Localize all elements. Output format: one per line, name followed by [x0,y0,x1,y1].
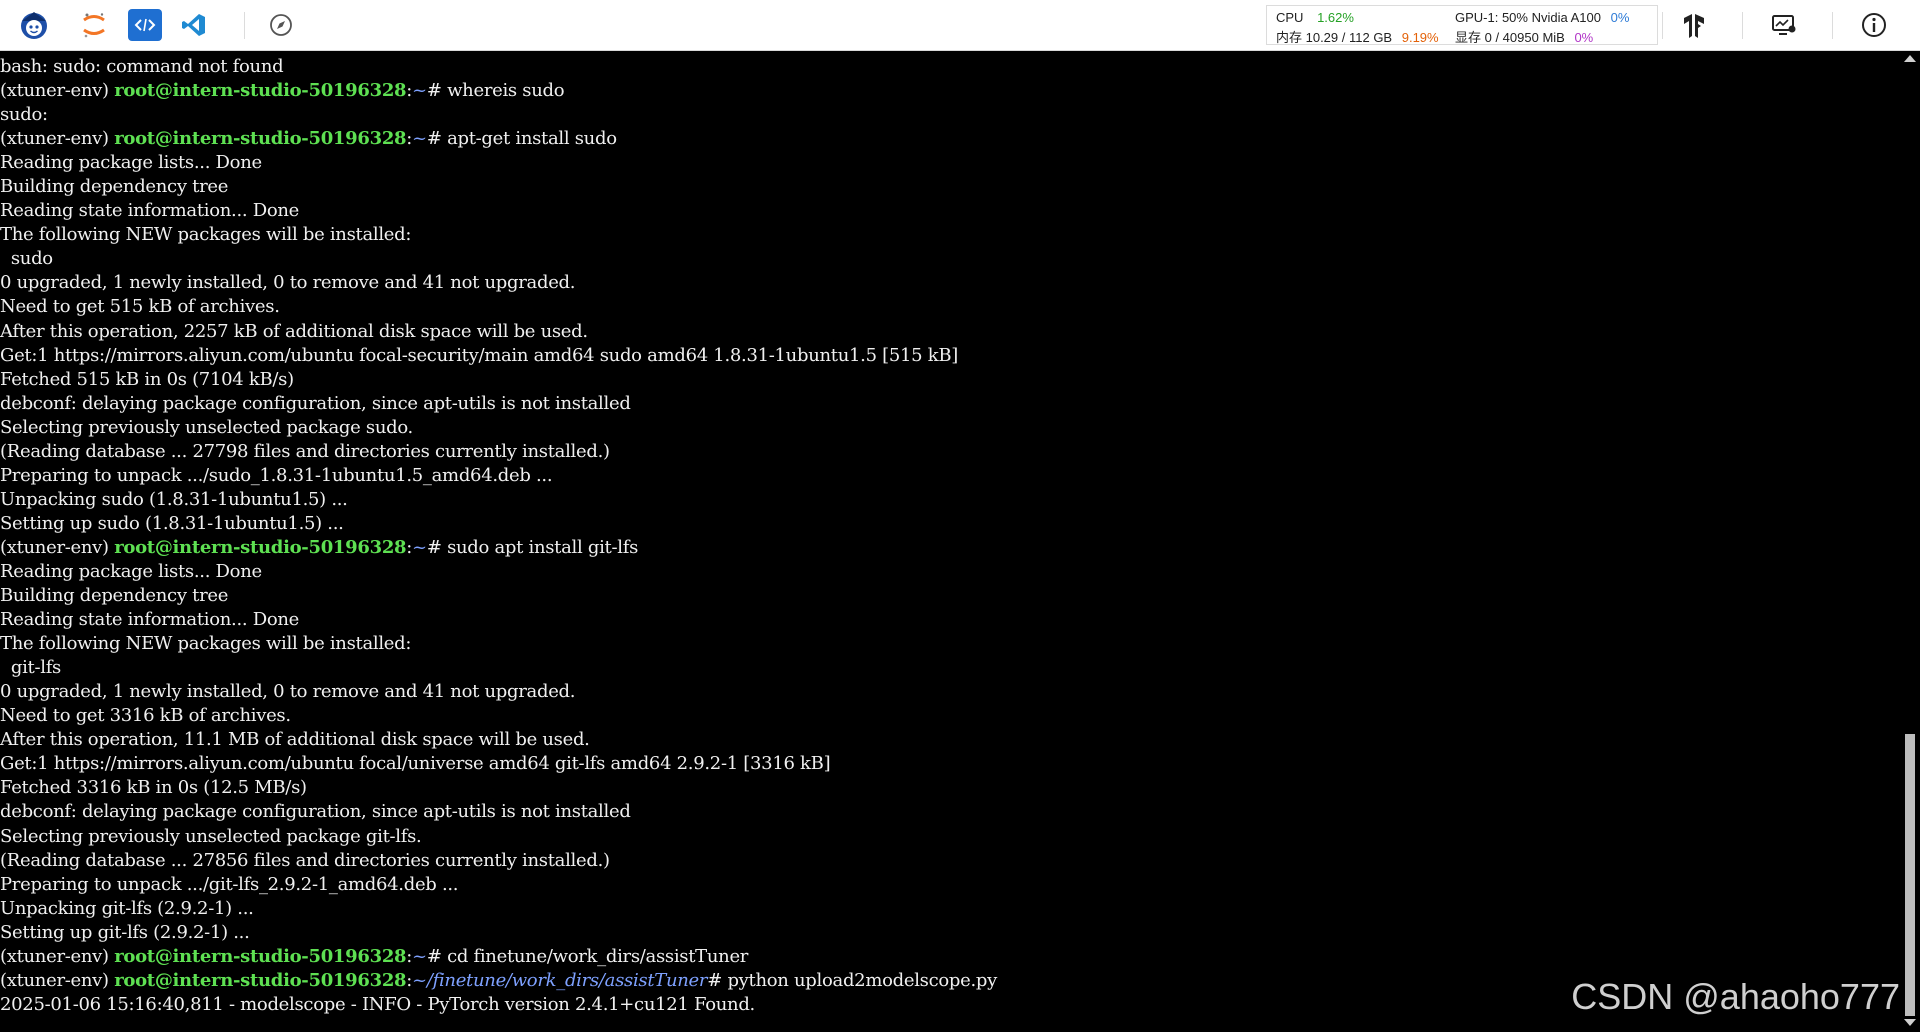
memory-label: 内存 10.29 / 112 GB [1276,30,1393,45]
prompt-path: ~ [412,536,427,558]
toolbar-divider [1662,12,1663,39]
terminal-output-line: Unpacking sudo (1.8.31-1ubuntu1.5) ... [0,488,348,510]
compass-icon[interactable] [263,7,299,43]
prompt-user-host: root@intern-studio-50196328 [114,128,407,150]
terminal-output-line: Reading state information... Done [0,609,300,631]
toolbar-divider [1832,12,1833,39]
prompt-user-host: root@intern-studio-50196328 [114,536,407,558]
terminal-output-line: 0 upgraded, 1 newly installed, 0 to remo… [0,681,576,703]
terminal-output-line: bash: sudo: command not found [0,56,284,77]
cpu-label: CPU [1276,10,1304,25]
prompt-env: (xtuner-env) [0,536,115,558]
prompt-path: ~ [412,80,427,102]
terminal-command-line: (xtuner-env) root@intern-studio-50196328… [0,945,1900,969]
command-text: apt-get install sudo [447,128,617,150]
code-editor-icon[interactable] [128,9,162,41]
prompt-path: ~/finetune/work_dirs/assistTuner [412,969,708,991]
prompt-symbol: # [707,969,728,991]
terminal-command-line: (xtuner-env) root@intern-studio-50196328… [0,536,1900,560]
terminal-output-line: Building dependency tree [0,585,229,607]
terminal-output[interactable]: bash: sudo: command not found (xtuner-env… [0,55,1900,1032]
terminal-output-line: sudo: [0,104,48,126]
info-icon[interactable] [1856,7,1892,43]
terminal-output-line: Selecting previously unselected package … [0,416,413,438]
command-text: sudo apt install git-lfs [447,536,639,558]
top-toolbar: CPU 1.62% 内存 10.29 / 112 GB 9.19% GPU-1:… [0,0,1920,51]
prompt-env: (xtuner-env) [0,80,115,102]
terminal-output-line: sudo [0,248,53,270]
prompt-user-host: root@intern-studio-50196328 [114,969,407,991]
command-text: whereis sudo [447,80,565,102]
terminal-output-line: The following NEW packages will be insta… [0,224,412,246]
prompt-env: (xtuner-env) [0,945,115,967]
terminal-output-line: Setting up git-lfs (2.9.2-1) ... [0,921,250,943]
prompt-symbol: # [426,128,448,150]
toolbar-divider [244,12,245,39]
terminal-output-line: Fetched 3316 kB in 0s (12.5 MB/s) [0,777,307,799]
jupyter-icon[interactable] [76,7,112,43]
terminal-output-line: Need to get 3316 kB of archives. [0,705,291,727]
terminal-output-line: Selecting previously unselected package … [0,825,422,847]
terminal-command-line: (xtuner-env) root@intern-studio-50196328… [0,127,1900,151]
prompt-symbol: # [426,80,448,102]
terminal-output-line: Preparing to unpack .../git-lfs_2.9.2-1_… [0,873,459,895]
terminal-output-line: Need to get 515 kB of archives. [0,296,280,318]
terminal-output-line: The following NEW packages will be insta… [0,633,412,655]
terminal-output-line: Reading state information... Done [0,200,300,222]
monitor-icon[interactable] [1766,7,1802,43]
prompt-symbol: # [426,945,448,967]
terminal-command-line: (xtuner-env) root@intern-studio-50196328… [0,79,1900,103]
terminal-scrollbar[interactable] [1900,51,1920,1032]
prompt-user-host: root@intern-studio-50196328 [114,80,407,102]
prompt-env: (xtuner-env) [0,969,115,991]
terminal-output-line: After this operation, 2257 kB of additio… [0,320,588,342]
memory-usage-value: 9.19% [1401,30,1439,45]
toolbar-divider [1742,12,1743,39]
prompt-user-host: root@intern-studio-50196328 [114,945,407,967]
prompt-path: ~ [412,945,427,967]
terminal-output-line: Reading package lists... Done [0,560,262,582]
gpu-usage-value: 0% [1610,10,1630,25]
command-text: python upload2modelscope.py [727,969,998,991]
scrollbar-thumb[interactable] [1905,734,1915,1016]
terminal-output-line: Get:1 https://mirrors.aliyun.com/ubuntu … [0,753,831,775]
terminal-output-line: (Reading database ... 27798 files and di… [0,440,610,462]
terminal-output-line: debconf: delaying package configuration,… [0,801,631,823]
terminal-output-line: Reading package lists... Done [0,152,262,174]
cpu-usage-value: 1.62% [1317,10,1354,25]
prompt-path: ~ [412,128,427,150]
gpu-label: GPU-1: 50% Nvidia A100 [1455,10,1601,25]
terminal-output-line: Unpacking git-lfs (2.9.2-1) ... [0,897,254,919]
resource-stats-panel: CPU 1.62% 内存 10.29 / 112 GB 9.19% GPU-1:… [1266,5,1658,45]
scroll-up-arrow-icon[interactable] [1904,55,1916,62]
terminal-output-line: Fetched 515 kB in 0s (7104 kB/s) [0,368,294,390]
terminal-output-line: Building dependency tree [0,176,229,198]
prompt-symbol: # [426,536,448,558]
terminal-output-line: Get:1 https://mirrors.aliyun.com/ubuntu … [0,344,959,366]
scroll-down-arrow-icon[interactable] [1904,1019,1916,1026]
terminal-output-line: git-lfs [0,657,61,679]
terminal-output-line: Preparing to unpack .../sudo_1.8.31-1ubu… [0,464,553,486]
prompt-env: (xtuner-env) [0,128,115,150]
vram-label: 显存 0 / 40950 MiB [1455,30,1565,45]
terminal-output-line: debconf: delaying package configuration,… [0,392,631,414]
terminal-output-line: 0 upgraded, 1 newly installed, 0 to remo… [0,272,576,294]
terminal-output-line: After this operation, 11.1 MB of additio… [0,729,590,751]
intern-studio-logo-icon[interactable] [16,7,52,43]
csdn-watermark: CSDN @ahaoho777 [1571,976,1900,1017]
command-text: cd finetune/work_dirs/assistTuner [447,945,749,967]
vram-usage-value: 0% [1574,30,1594,45]
tensorflow-icon[interactable] [1676,7,1712,43]
terminal-output-line: Setting up sudo (1.8.31-1ubuntu1.5) ... [0,512,344,534]
vscode-icon[interactable] [176,7,212,43]
terminal-output-line: (Reading database ... 27856 files and di… [0,849,610,871]
